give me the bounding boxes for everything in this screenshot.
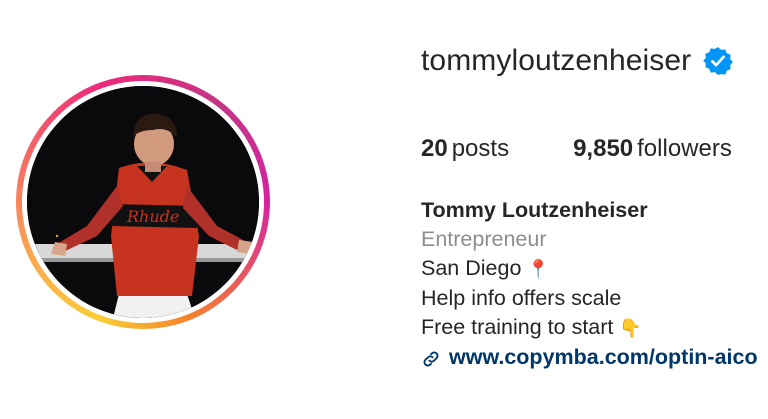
bio-line-1: Help info offers scale bbox=[421, 286, 622, 310]
profile-avatar-ring[interactable]: Rhude bbox=[16, 75, 270, 329]
category-label: Entrepreneur bbox=[421, 227, 547, 251]
bio-line-2: Free training to start 👇 bbox=[421, 313, 758, 343]
avatar[interactable]: Rhude bbox=[27, 86, 259, 318]
followers-count: 9,850 bbox=[573, 135, 634, 162]
bio-link[interactable]: www.copymba.com/optin-aico bbox=[449, 343, 758, 372]
username-row: tommyloutzenheiser bbox=[421, 44, 734, 78]
svg-text:Rhude: Rhude bbox=[126, 207, 179, 226]
pointing-down-icon: 👇 bbox=[619, 318, 642, 338]
username: tommyloutzenheiser bbox=[421, 44, 692, 77]
bio-line-2-text: Free training to start bbox=[421, 315, 614, 339]
followers-stat[interactable]: 9,850 followers bbox=[573, 135, 732, 163]
profile-photo: Rhude bbox=[27, 86, 259, 318]
location-text: San Diego bbox=[421, 256, 522, 280]
posts-stat[interactable]: 20 posts bbox=[421, 135, 509, 163]
profile-bio: Tommy Loutzenheiser Entrepreneur San Die… bbox=[421, 196, 758, 372]
followers-label: followers bbox=[637, 135, 732, 162]
bio-link-row[interactable]: www.copymba.com/optin-aico bbox=[421, 343, 758, 372]
verified-badge-icon bbox=[703, 46, 734, 76]
pin-icon: 📍 bbox=[527, 259, 550, 279]
posts-count: 20 bbox=[421, 135, 448, 162]
full-name: Tommy Loutzenheiser bbox=[421, 198, 648, 222]
posts-label: posts bbox=[451, 135, 510, 162]
link-icon bbox=[421, 348, 441, 368]
bio-location: San Diego 📍 bbox=[421, 254, 758, 284]
profile-stats: 20 posts 9,850 followers bbox=[421, 135, 768, 163]
